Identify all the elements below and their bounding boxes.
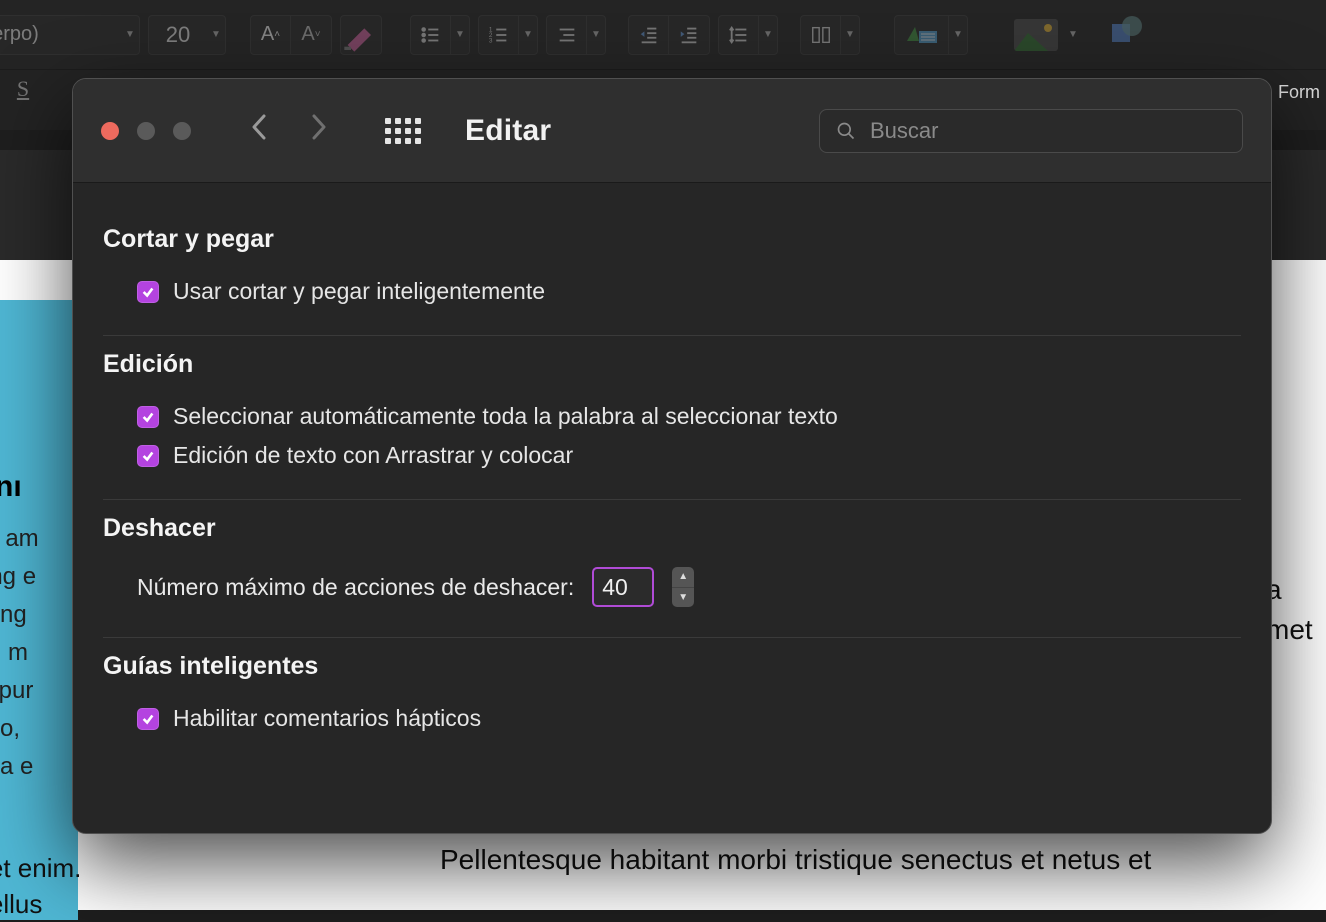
option-select-whole-word[interactable]: Seleccionar automáticamente toda la pala… — [103, 397, 1241, 436]
chevron-down-icon[interactable]: ▼ — [207, 29, 225, 40]
font-size-field[interactable]: 20 — [149, 22, 207, 48]
section-smart-guides: Guías inteligentes Habilitar comentarios… — [103, 638, 1241, 762]
columns-button[interactable] — [801, 16, 841, 54]
multilevel-list-button[interactable] — [547, 16, 587, 54]
chevron-down-icon[interactable]: ▼ — [949, 29, 967, 40]
preferences-window: Editar Cortar y pegar Usar cortar y pega… — [72, 78, 1272, 834]
option-label: Edición de texto con Arrastrar y colocar — [173, 442, 573, 469]
search-field-wrap[interactable] — [819, 109, 1243, 153]
increase-indent-button[interactable] — [669, 16, 709, 54]
checkbox-checked-icon[interactable] — [137, 445, 159, 467]
undo-stepper[interactable]: ▲ ▼ — [672, 567, 694, 607]
show-all-icon[interactable] — [385, 118, 421, 144]
picture-icon[interactable] — [1014, 19, 1058, 51]
clear-formatting-button[interactable] — [341, 16, 381, 54]
section-heading: Guías inteligentes — [103, 652, 1241, 681]
bullet-list-button[interactable] — [411, 16, 451, 54]
chevron-down-icon[interactable]: ▼ — [451, 29, 469, 40]
forward-button[interactable] — [307, 113, 331, 148]
font-color-shrink-button[interactable]: A˅ — [291, 16, 331, 54]
font-color-grow-button[interactable]: A˄ — [251, 16, 291, 54]
chevron-down-icon[interactable]: ▼ — [121, 29, 139, 40]
section-heading: Deshacer — [103, 514, 1241, 543]
stepper-down-icon[interactable]: ▼ — [672, 588, 694, 608]
format-label: Form — [1278, 82, 1320, 103]
styles-button[interactable] — [895, 16, 949, 54]
section-heading: Edición — [103, 350, 1241, 379]
preferences-titlebar: Editar — [73, 79, 1271, 183]
font-family-select[interactable]: uerpo) — [0, 23, 121, 46]
chevron-down-icon[interactable]: ▼ — [1064, 29, 1082, 40]
shapes-icon[interactable] — [1106, 12, 1146, 57]
window-controls — [101, 122, 191, 140]
option-drag-drop-editing[interactable]: Edición de texto con Arrastrar y colocar — [103, 436, 1241, 475]
doc-body-left2: rdiet enim. a tellus — [0, 850, 81, 922]
option-label: Seleccionar automáticamente toda la pala… — [173, 403, 838, 430]
section-editing: Edición Seleccionar automáticamente toda… — [103, 336, 1241, 500]
section-undo: Deshacer Número máximo de acciones de de… — [103, 500, 1241, 638]
stepper-up-icon[interactable]: ▲ — [672, 567, 694, 588]
numbered-list-button[interactable]: 123 — [479, 16, 519, 54]
chevron-down-icon[interactable]: ▼ — [759, 29, 777, 40]
checkbox-checked-icon[interactable] — [137, 708, 159, 730]
checkbox-checked-icon[interactable] — [137, 406, 159, 428]
option-label: Habilitar comentarios hápticos — [173, 705, 481, 732]
zoom-window-button[interactable] — [173, 122, 191, 140]
option-smart-cut-paste[interactable]: Usar cortar y pegar inteligentemente — [103, 272, 1241, 311]
option-haptic-feedback[interactable]: Habilitar comentarios hápticos — [103, 699, 1241, 738]
decrease-indent-button[interactable] — [629, 16, 669, 54]
back-button[interactable] — [247, 113, 271, 148]
line-spacing-button[interactable] — [719, 16, 759, 54]
preferences-title: Editar — [465, 114, 551, 148]
chevron-down-icon[interactable]: ▼ — [841, 29, 859, 40]
chevron-down-icon[interactable]: ▼ — [519, 29, 537, 40]
svg-text:3: 3 — [488, 37, 492, 44]
undo-max-label: Número máximo de acciones de deshacer: — [137, 574, 574, 601]
ribbon-toolbar: uerpo) ▼ 20 ▼ A˄ A˅ ▼ 123 ▼ ▼ — [0, 0, 1326, 70]
section-cut-paste: Cortar y pegar Usar cortar y pegar intel… — [103, 211, 1241, 336]
search-icon — [836, 121, 856, 141]
close-window-button[interactable] — [101, 122, 119, 140]
doc-body-right: a met — [1266, 570, 1326, 650]
minimize-window-button[interactable] — [137, 122, 155, 140]
doc-body-bottom: Pellentesque habitant morbi tristique se… — [440, 840, 1300, 880]
option-label: Usar cortar y pegar inteligentemente — [173, 278, 545, 305]
underline-button[interactable]: S — [10, 76, 36, 106]
doc-heading-partial: ıprenı — [0, 470, 22, 504]
undo-max-input[interactable] — [592, 567, 654, 607]
chevron-down-icon[interactable]: ▼ — [587, 29, 605, 40]
search-input[interactable] — [870, 118, 1226, 144]
section-heading: Cortar y pegar — [103, 225, 1241, 254]
checkbox-checked-icon[interactable] — [137, 281, 159, 303]
preferences-body: Cortar y pegar Usar cortar y pegar intel… — [73, 183, 1271, 833]
